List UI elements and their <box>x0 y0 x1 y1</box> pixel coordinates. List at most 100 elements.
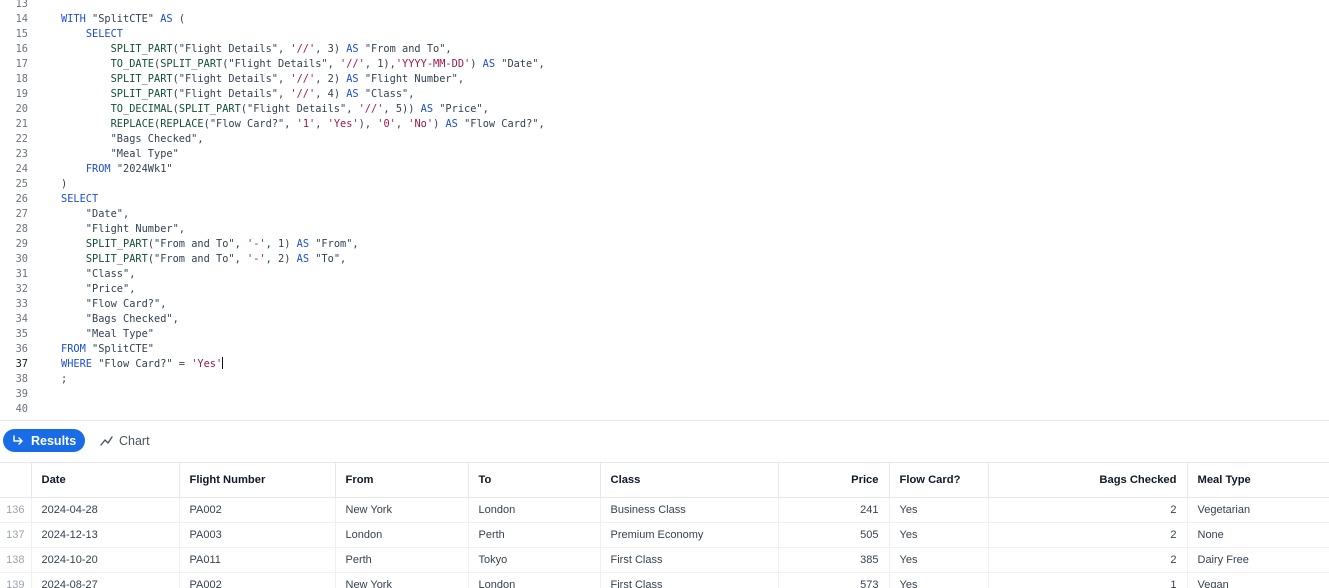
code-line[interactable]: 33 "Flow Card?", <box>0 297 1329 312</box>
code-text[interactable]: "Price", <box>61 282 136 297</box>
table-cell[interactable]: 2024-12-13 <box>31 522 180 548</box>
table-cell[interactable]: First Class <box>600 547 779 573</box>
column-header[interactable]: Bags Checked <box>988 463 1188 498</box>
table-cell[interactable]: 2024-10-20 <box>31 547 180 573</box>
code-text[interactable]: "Bags Checked", <box>61 312 179 327</box>
column-header[interactable]: Flight Number <box>179 463 336 498</box>
table-cell[interactable]: 505 <box>778 522 890 548</box>
code-line[interactable]: 29 SPLIT_PART("From and To", '-', 1) AS … <box>0 237 1329 252</box>
code-line[interactable]: 26 SELECT <box>0 192 1329 207</box>
code-line[interactable]: 31 "Class", <box>0 267 1329 282</box>
table-cell[interactable]: Vegan <box>1187 572 1329 588</box>
code-text[interactable]: SELECT <box>61 27 123 42</box>
table-cell[interactable]: Dairy Free <box>1187 547 1329 573</box>
tab-results[interactable]: Results <box>3 429 85 452</box>
table-cell[interactable]: 2 <box>988 547 1188 573</box>
table-cell[interactable]: None <box>1187 522 1329 548</box>
code-text[interactable]: "Flight Number", <box>61 222 185 237</box>
code-text[interactable]: ) <box>61 177 67 192</box>
table-row[interactable]: 137 2024-12-13 PA003 London Perth Premium Eco… <box>0 522 1329 548</box>
code-text[interactable]: "Flow Card?", <box>61 297 167 312</box>
table-cell[interactable]: PA002 <box>179 572 336 588</box>
code-line[interactable]: 19 SPLIT_PART("Flight Details", '//', 4)… <box>0 87 1329 102</box>
code-text[interactable]: TO_DATE(SPLIT_PART("Flight Details", '//… <box>61 57 545 72</box>
code-line[interactable]: 25) <box>0 177 1329 192</box>
column-header[interactable]: Meal Type <box>1187 463 1329 498</box>
table-cell[interactable]: 385 <box>778 547 890 573</box>
code-line[interactable]: 20 TO_DECIMAL(SPLIT_PART("Flight Details… <box>0 102 1329 117</box>
code-text[interactable]: FROM "SplitCTE" <box>61 342 154 357</box>
code-text[interactable]: "Date", <box>61 207 129 222</box>
code-line[interactable]: 35 "Meal Type" <box>0 327 1329 342</box>
code-line[interactable]: 18 SPLIT_PART("Flight Details", '//', 2)… <box>0 72 1329 87</box>
code-text[interactable]: SPLIT_PART("From and To", '-', 2) AS "To… <box>61 252 346 267</box>
table-cell[interactable]: PA011 <box>179 547 336 573</box>
code-line[interactable]: 28 "Flight Number", <box>0 222 1329 237</box>
table-cell[interactable]: 2 <box>988 522 1188 548</box>
table-cell[interactable]: Yes <box>889 572 989 588</box>
table-cell[interactable]: 241 <box>778 497 890 523</box>
code-line[interactable]: 24 FROM "2024Wk1" <box>0 162 1329 177</box>
table-cell[interactable]: Premium Economy <box>600 522 779 548</box>
code-line[interactable]: 15 SELECT <box>0 27 1329 42</box>
table-row[interactable]: 136 2024-04-28 PA002 New York London Business… <box>0 497 1329 523</box>
code-text[interactable]: "Class", <box>61 267 136 282</box>
code-text[interactable]: FROM "2024Wk1" <box>61 162 173 177</box>
table-cell[interactable]: Yes <box>889 522 989 548</box>
table-cell[interactable]: Business Class <box>600 497 779 523</box>
code-text[interactable]: "Meal Type" <box>61 147 179 162</box>
table-cell[interactable]: 573 <box>778 572 890 588</box>
table-cell[interactable]: Vegetarian <box>1187 497 1329 523</box>
code-line[interactable]: 40 <box>0 402 1329 417</box>
code-line[interactable]: 30 SPLIT_PART("From and To", '-', 2) AS … <box>0 252 1329 267</box>
table-cell[interactable]: London <box>468 572 601 588</box>
code-text[interactable]: REPLACE(REPLACE("Flow Card?", '1', 'Yes'… <box>61 117 545 132</box>
table-cell[interactable]: Perth <box>468 522 601 548</box>
code-text[interactable]: SELECT <box>61 192 98 207</box>
code-line[interactable]: 17 TO_DATE(SPLIT_PART("Flight Details", … <box>0 57 1329 72</box>
table-cell[interactable]: 2024-04-28 <box>31 497 180 523</box>
code-text[interactable]: TO_DECIMAL(SPLIT_PART("Flight Details", … <box>61 102 489 117</box>
column-header[interactable]: To <box>468 463 601 498</box>
code-line[interactable]: 37 WHERE "Flow Card?" = 'Yes' <box>0 357 1329 372</box>
code-text[interactable]: WHERE "Flow Card?" = 'Yes' <box>61 357 224 372</box>
sql-editor[interactable]: 13 14 WITH "SplitCTE" AS (15 SELECT 16 SPLI… <box>0 0 1329 420</box>
code-line[interactable]: 21 REPLACE(REPLACE("Flow Card?", '1', 'Y… <box>0 117 1329 132</box>
code-text[interactable]: WITH "SplitCTE" AS ( <box>61 12 185 27</box>
tab-chart[interactable]: Chart <box>100 429 150 452</box>
code-line[interactable]: 14 WITH "SplitCTE" AS ( <box>0 12 1329 27</box>
table-cell[interactable]: New York <box>335 572 469 588</box>
table-cell[interactable]: 1 <box>988 572 1188 588</box>
table-cell[interactable]: Perth <box>335 547 469 573</box>
column-header[interactable]: Date <box>31 463 180 498</box>
column-header[interactable]: Price <box>778 463 890 498</box>
code-line[interactable]: 34 "Bags Checked", <box>0 312 1329 327</box>
table-cell[interactable]: PA003 <box>179 522 336 548</box>
table-row[interactable]: 139 2024-08-27 PA002 New York London First Cl… <box>0 572 1329 588</box>
table-cell[interactable]: London <box>335 522 469 548</box>
code-text[interactable]: SPLIT_PART("Flight Details", '//', 3) AS… <box>61 42 452 57</box>
code-line[interactable]: 36 FROM "SplitCTE" <box>0 342 1329 357</box>
code-line[interactable]: 38; <box>0 372 1329 387</box>
column-header[interactable]: Flow Card? <box>889 463 989 498</box>
table-cell[interactable]: Tokyo <box>468 547 601 573</box>
table-cell[interactable]: PA002 <box>179 497 336 523</box>
table-row[interactable]: 138 2024-10-20 PA011 Perth Tokyo First Class 3… <box>0 547 1329 573</box>
code-line[interactable]: 13 <box>0 0 1329 12</box>
code-text[interactable]: SPLIT_PART("Flight Details", '//', 4) AS… <box>61 87 415 102</box>
code-text[interactable]: ; <box>61 372 67 387</box>
code-text[interactable]: SPLIT_PART("From and To", '-', 1) AS "Fr… <box>61 237 359 252</box>
table-cell[interactable]: London <box>468 497 601 523</box>
column-header[interactable]: From <box>335 463 469 498</box>
code-text[interactable]: SPLIT_PART("Flight Details", '//', 2) AS… <box>61 72 464 87</box>
table-cell[interactable]: Yes <box>889 547 989 573</box>
code-line[interactable]: 23 "Meal Type" <box>0 147 1329 162</box>
table-cell[interactable]: 2024-08-27 <box>31 572 180 588</box>
table-cell[interactable]: 2 <box>988 497 1188 523</box>
table-cell[interactable]: New York <box>335 497 469 523</box>
code-text[interactable]: "Meal Type" <box>61 327 154 342</box>
column-header[interactable]: Class <box>600 463 779 498</box>
code-line[interactable]: 22 "Bags Checked", <box>0 132 1329 147</box>
code-line[interactable]: 39 <box>0 387 1329 402</box>
code-line[interactable]: 32 "Price", <box>0 282 1329 297</box>
